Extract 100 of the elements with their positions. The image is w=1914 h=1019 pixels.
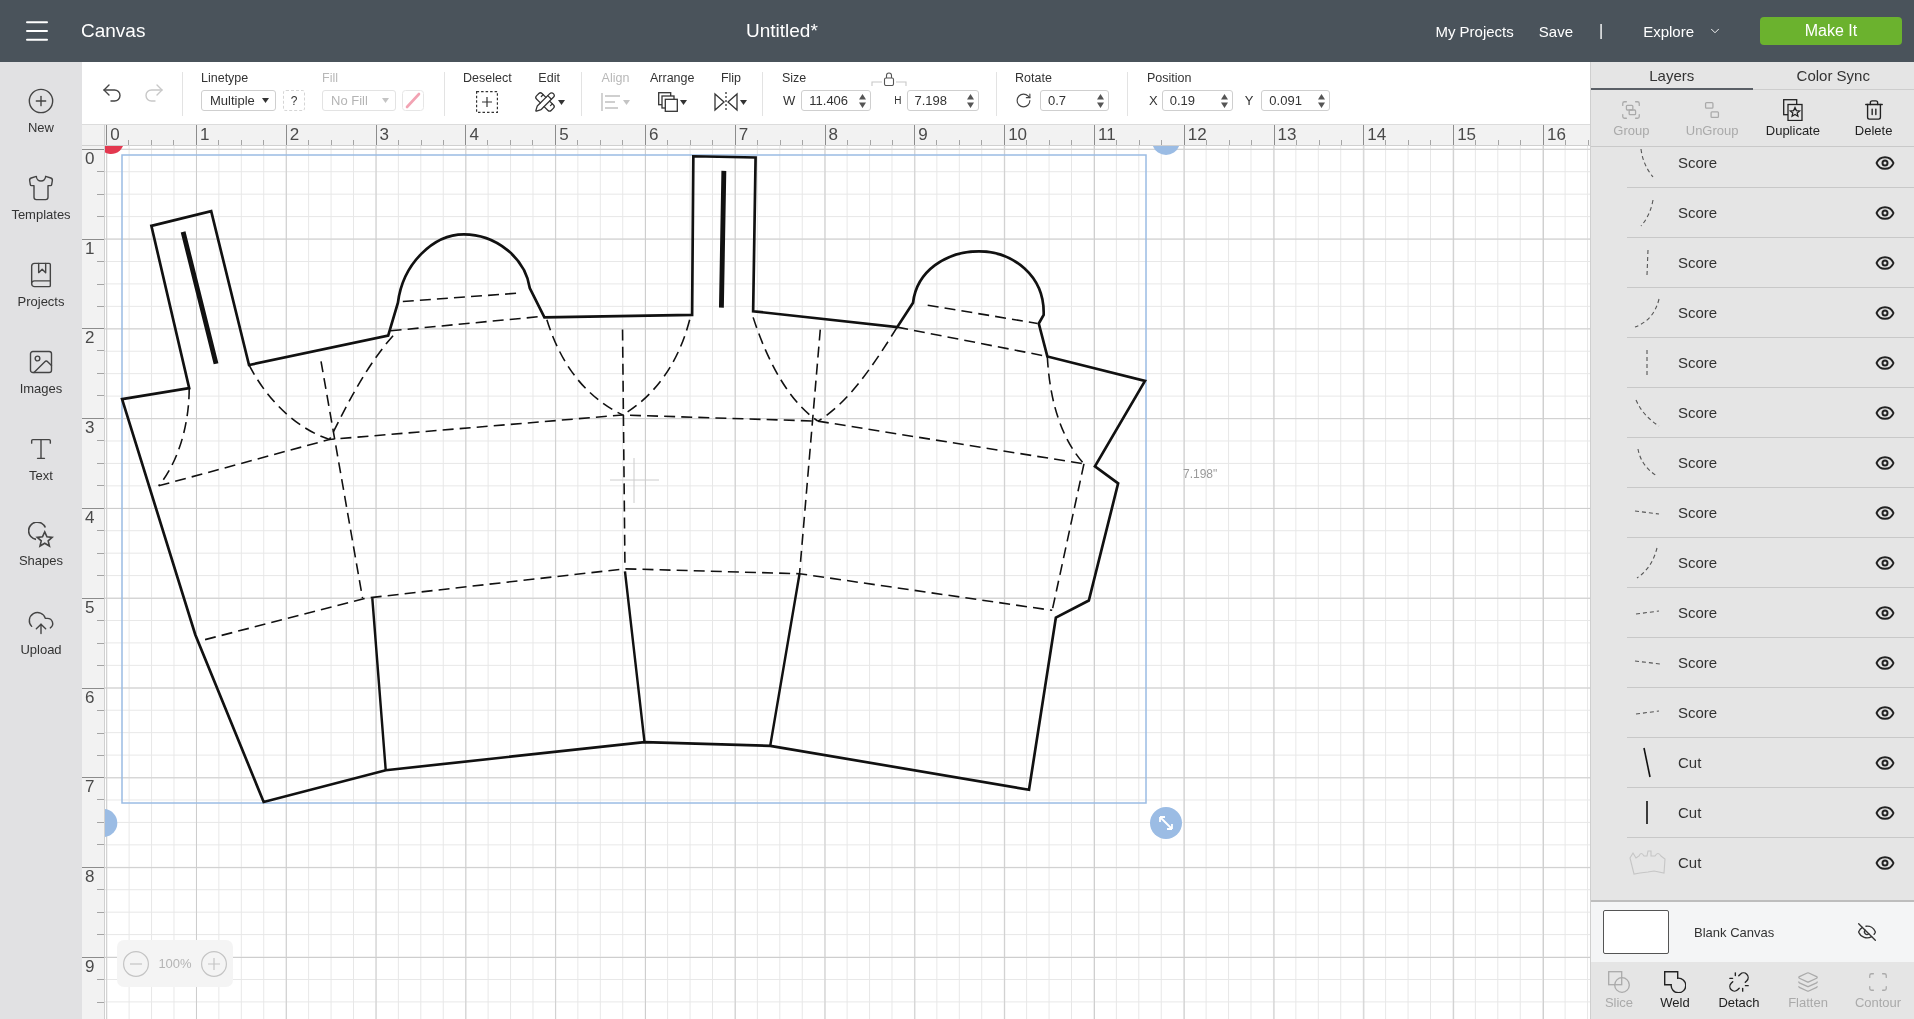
line-icon xyxy=(1643,747,1651,778)
ruler-number: 13 xyxy=(1276,125,1297,144)
ruler-number: 9 xyxy=(917,125,928,144)
caret-icon xyxy=(740,99,748,105)
field-label: Rotate xyxy=(1015,71,1053,86)
shirt-icon xyxy=(27,174,55,202)
app-name: Canvas xyxy=(81,20,146,42)
cloud-upload-icon xyxy=(27,609,55,637)
selection-handle[interactable] xyxy=(105,146,123,154)
layer-name[interactable]: Cut xyxy=(1678,854,1702,871)
layer-name[interactable]: Score xyxy=(1678,154,1718,171)
ruler-number: 2 xyxy=(288,125,300,144)
tool-button[interactable]: Deselect xyxy=(463,71,512,113)
layer-name[interactable]: Score xyxy=(1678,304,1718,321)
caret-icon xyxy=(623,99,630,105)
layer-name[interactable]: Score xyxy=(1678,404,1718,421)
dashed-line-icon xyxy=(1634,510,1660,515)
dashed-curve-icon xyxy=(1636,448,1658,477)
tool-button[interactable]: Edit xyxy=(533,71,565,113)
weld-icon xyxy=(1664,971,1686,993)
minus-circle-icon xyxy=(123,950,149,977)
eye-off-icon[interactable] xyxy=(1857,922,1877,942)
no-color-swatch-icon[interactable] xyxy=(402,90,424,111)
lock-icon[interactable] xyxy=(871,71,908,86)
tool-button[interactable]: Arrange xyxy=(650,71,695,113)
resize-handle[interactable] xyxy=(1150,807,1182,839)
canvas-color-swatch[interactable] xyxy=(1603,910,1669,954)
layer-name[interactable]: Score xyxy=(1678,204,1718,221)
ruler-number: 3 xyxy=(378,125,390,144)
selection-handle[interactable] xyxy=(1152,146,1180,156)
width-field[interactable]: 11.406 xyxy=(801,90,872,111)
dashed-curve-icon xyxy=(1634,297,1660,328)
panel-tab[interactable]: Color Sync xyxy=(1752,62,1914,90)
layer-name[interactable]: Score xyxy=(1678,454,1718,471)
stepper-icon[interactable] xyxy=(1318,93,1326,108)
layer-name[interactable]: Score xyxy=(1678,604,1718,621)
scan-icon xyxy=(1867,971,1889,993)
rotate-icon xyxy=(1015,92,1032,109)
tool-button[interactable]: Flip xyxy=(714,71,748,113)
ruler-number: 14 xyxy=(1366,125,1387,144)
panel-action-button[interactable]: Detach xyxy=(1703,962,1775,1019)
dashed-curve-icon xyxy=(1640,198,1654,227)
sidebar-item[interactable]: Projects xyxy=(0,246,82,333)
layer-name[interactable]: Cut xyxy=(1678,804,1702,821)
stepper-icon[interactable] xyxy=(1097,93,1104,108)
plus-circle-icon xyxy=(201,950,227,977)
linetype-select[interactable]: Multiple xyxy=(201,90,276,111)
sidebar-item[interactable]: Shapes xyxy=(0,507,82,594)
pencil-ruler-icon xyxy=(533,91,556,113)
shape-outline-icon xyxy=(1628,850,1666,875)
stepper-icon[interactable] xyxy=(966,93,974,108)
layer-name[interactable]: Score xyxy=(1678,354,1718,371)
zoom-level: 100% xyxy=(158,956,192,971)
panel-action-button[interactable]: Delete xyxy=(1833,90,1914,146)
sidebar-item[interactable]: Templates xyxy=(0,159,82,246)
ruler-number: 1 xyxy=(199,125,210,144)
field-label: W xyxy=(783,93,796,108)
cut-pattern-drawing[interactable] xyxy=(120,154,1147,804)
nav-link[interactable]: Save xyxy=(1538,22,1573,40)
layer-name[interactable]: Score xyxy=(1678,504,1718,521)
panel-action-button[interactable]: Duplicate xyxy=(1752,90,1834,146)
unlink-icon xyxy=(1728,971,1750,993)
deselect-icon xyxy=(476,91,499,113)
stepper-icon[interactable] xyxy=(859,93,867,108)
selection-handle[interactable] xyxy=(105,809,118,837)
rotate-field[interactable]: 0.7 xyxy=(1040,90,1109,111)
height-field[interactable]: 7.198 xyxy=(906,90,979,111)
ruler-number: 0 xyxy=(84,149,95,168)
explore-menu[interactable]: Explore xyxy=(1643,22,1722,40)
panel-tab[interactable]: Layers xyxy=(1591,62,1753,90)
sidebar-item[interactable]: New xyxy=(0,72,82,159)
plus-circle-icon xyxy=(27,87,55,115)
x-position-field[interactable]: 0.19 xyxy=(1161,90,1233,111)
field-label: Y xyxy=(1244,93,1254,108)
dashed-line-icon xyxy=(1633,660,1661,665)
layer-name[interactable]: Score xyxy=(1678,254,1718,271)
field-label: Position xyxy=(1147,71,1193,86)
sidebar-item[interactable]: Images xyxy=(0,333,82,420)
ruler-number: 4 xyxy=(84,509,95,527)
stepper-icon[interactable] xyxy=(1220,93,1228,108)
ruler-number: 1 xyxy=(84,239,95,258)
nav-link[interactable]: My Projects xyxy=(1435,22,1514,40)
panel-action-button[interactable]: Weld xyxy=(1647,962,1703,1019)
ruler-number: 10 xyxy=(1007,125,1028,144)
y-position-field[interactable]: 0.091 xyxy=(1261,90,1331,111)
image-icon xyxy=(27,348,55,376)
layer-name[interactable]: Blank Canvas xyxy=(1694,924,1775,940)
ruler-number: 3 xyxy=(84,419,95,438)
ruler-number: 7 xyxy=(737,125,749,144)
sidebar-item[interactable]: Upload xyxy=(0,594,82,681)
ruler-number: 9 xyxy=(84,957,95,976)
field-label: Linetype xyxy=(201,71,250,86)
layer-name[interactable]: Cut xyxy=(1678,754,1702,771)
layer-name[interactable]: Score xyxy=(1678,654,1718,671)
layer-name[interactable]: Score xyxy=(1678,704,1718,721)
ruler-number: 2 xyxy=(84,329,95,348)
layer-name[interactable]: Score xyxy=(1678,554,1718,571)
sidebar-item[interactable]: Text xyxy=(0,420,82,507)
ruler-number: 8 xyxy=(84,868,95,887)
help-button[interactable]: ? xyxy=(283,90,305,111)
